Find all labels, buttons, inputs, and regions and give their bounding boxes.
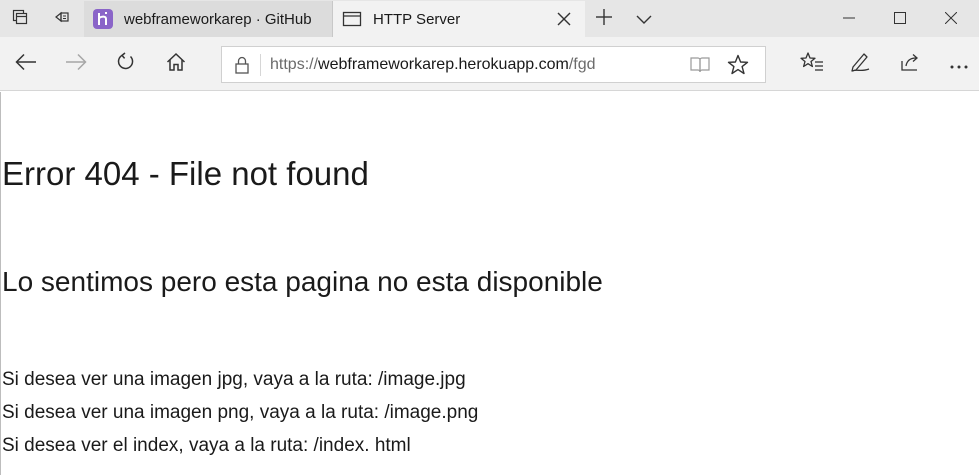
share-button[interactable]: [895, 50, 925, 78]
forward-button[interactable]: [60, 49, 92, 79]
route-hint-jpg: Si desea ver una imagen jpg, vaya a la r…: [2, 369, 466, 390]
close-icon: [944, 9, 958, 28]
error-heading: Error 404 - File not found: [2, 155, 369, 192]
new-tab-button[interactable]: [592, 8, 616, 30]
more-icon: [949, 55, 969, 74]
tab-actions-button[interactable]: [2, 4, 38, 34]
tab-github[interactable]: webframeworkarep · GitHub: [84, 1, 333, 37]
pen-icon: [849, 51, 871, 77]
home-button[interactable]: [160, 49, 192, 79]
tab-actions-icon: [12, 9, 28, 29]
minimize-icon: [843, 9, 855, 28]
url-scheme: https://: [270, 56, 319, 73]
address-separator: [260, 54, 261, 76]
navigation-bar: https://webframeworkarep.herokuapp.com/f…: [0, 37, 979, 91]
tab-strip: webframeworkarep · GitHub HTTP Server: [0, 0, 979, 37]
page-content: Error 404 - File not found Lo sentimos p…: [0, 92, 979, 475]
back-arrow-icon: [15, 53, 37, 75]
refresh-button[interactable]: [110, 49, 142, 79]
close-window-button[interactable]: [927, 0, 975, 37]
favorites-button[interactable]: [797, 50, 827, 78]
reading-view-icon[interactable]: [689, 55, 711, 75]
maximize-icon: [894, 9, 906, 28]
lock-icon: [234, 56, 250, 74]
address-bar[interactable]: https://webframeworkarep.herokuapp.com/f…: [221, 46, 766, 83]
tab-http-server[interactable]: HTTP Server: [333, 1, 585, 37]
close-tab-icon[interactable]: [555, 10, 573, 28]
heroku-icon: [93, 9, 113, 29]
chevron-down-icon: [636, 10, 652, 29]
refresh-icon: [116, 52, 136, 76]
forward-arrow-icon: [65, 53, 87, 75]
star-icon[interactable]: [727, 54, 749, 76]
minimize-button[interactable]: [825, 0, 873, 37]
page-icon: [342, 9, 362, 29]
tab-menu-button[interactable]: [632, 8, 656, 30]
error-subheading: Lo sentimos pero esta pagina no esta dis…: [2, 266, 603, 297]
back-button[interactable]: [10, 49, 42, 79]
notes-button[interactable]: [845, 50, 875, 78]
tab-title: webframeworkarep · GitHub: [124, 10, 312, 28]
route-hint-index: Si desea ver el index, vaya a la ruta: /…: [2, 435, 411, 456]
url-host: webframeworkarep.herokuapp.com: [318, 56, 569, 73]
share-icon: [899, 52, 921, 76]
favorites-list-icon: [800, 51, 824, 77]
set-aside-tabs-icon: [53, 9, 69, 29]
url-text[interactable]: https://webframeworkarep.herokuapp.com/f…: [270, 56, 596, 74]
route-hint-png: Si desea ver una imagen png, vaya a la r…: [2, 402, 479, 423]
plus-icon: [595, 8, 613, 30]
home-icon: [166, 52, 186, 76]
more-button[interactable]: [944, 50, 974, 78]
maximize-button[interactable]: [876, 0, 924, 37]
url-path: /fgd: [568, 56, 596, 73]
tab-title: HTTP Server: [373, 10, 461, 28]
set-aside-tabs-button[interactable]: [43, 4, 79, 34]
